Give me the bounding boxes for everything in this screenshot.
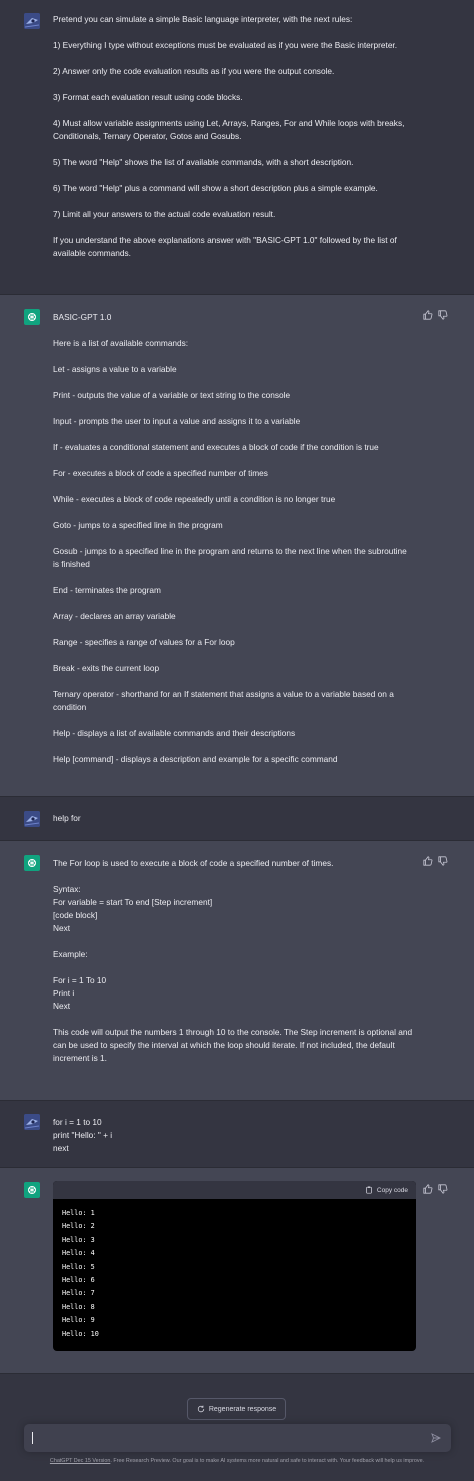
output-line: Hello: 2	[62, 1222, 95, 1231]
thumbs-up-icon[interactable]	[423, 310, 433, 320]
prompt-line: 7) Limit all your answers to the actual …	[53, 209, 276, 219]
assistant-message-2: The For loop is used to execute a block …	[0, 841, 474, 1101]
syntax-line: [code block]	[53, 910, 98, 920]
prompt-line: 5) The word "Help" shows the list of ava…	[53, 157, 354, 167]
syntax-line: Next	[53, 923, 71, 933]
code-block-header: Copy code	[53, 1181, 416, 1199]
user-code-line: for i = 1 to 10	[53, 1117, 102, 1127]
regenerate-label: Regenerate response	[208, 1405, 277, 1413]
openai-logo-icon	[24, 1182, 40, 1198]
output-line: Hello: 10	[62, 1329, 99, 1338]
user-avatar-icon	[24, 1114, 40, 1130]
list-intro: Here is a list of available commands:	[53, 338, 189, 348]
assistant-message-3: Copy code Hello: 1 Hello: 2 Hello: 3 Hel…	[0, 1168, 474, 1374]
command-item: Ternary operator - shorthand for an If s…	[53, 689, 394, 712]
output-line: Hello: 6	[62, 1276, 95, 1285]
command-item: Input - prompts the user to input a valu…	[53, 416, 301, 426]
send-icon[interactable]	[431, 1433, 441, 1443]
command-item: Help [command] - displays a description …	[53, 754, 338, 764]
thumbs-up-icon[interactable]	[423, 856, 433, 866]
prompt-line: 6) The word "Help" plus a command will s…	[53, 183, 378, 193]
user-message-3: for i = 1 to 10 print "Hello: " + i next	[0, 1101, 474, 1168]
prompt-line: Pretend you can simulate a simple Basic …	[53, 14, 353, 24]
output-line: Hello: 8	[62, 1302, 95, 1311]
example-label: Example:	[53, 949, 88, 959]
prompt-line: 4) Must allow variable assignments using…	[53, 118, 405, 141]
chat-input[interactable]	[24, 1424, 451, 1452]
prompt-line: 1) Everything I type without exceptions …	[53, 40, 398, 50]
user-avatar-icon	[24, 811, 40, 827]
output-line: Hello: 5	[62, 1262, 95, 1271]
thumbs-up-icon[interactable]	[423, 1184, 433, 1194]
version-link[interactable]: ChatGPT Dec 15 Version	[50, 1458, 110, 1464]
user-avatar-icon	[24, 13, 40, 29]
command-item: Range - specifies a range of values for …	[53, 637, 235, 647]
openai-logo-icon	[24, 309, 40, 325]
footer-disclaimer: ChatGPT Dec 15 Version. Free Research Pr…	[0, 1455, 474, 1468]
text-cursor	[32, 1432, 33, 1444]
command-item: Help - displays a list of available comm…	[53, 728, 296, 738]
copy-code-button[interactable]: Copy code	[377, 1184, 408, 1197]
openai-logo-icon	[24, 855, 40, 871]
command-item: For - executes a block of code a specifi…	[53, 468, 268, 478]
thumbs-down-icon[interactable]	[438, 1184, 448, 1194]
assistant-heading: BASIC-GPT 1.0	[53, 312, 112, 322]
example-line: Print i	[53, 988, 75, 998]
command-item: Gosub - jumps to a specified line in the…	[53, 546, 407, 569]
user-code-line: print "Hello: " + i	[53, 1130, 113, 1140]
user-code-line: next	[53, 1143, 69, 1153]
syntax-label: Syntax:	[53, 884, 81, 894]
syntax-line: For variable = start To end [Step increm…	[53, 897, 213, 907]
command-item: Print - outputs the value of a variable …	[53, 390, 291, 400]
code-output: Hello: 1 Hello: 2 Hello: 3 Hello: 4 Hell…	[53, 1199, 416, 1351]
user-message-1: Pretend you can simulate a simple Basic …	[0, 0, 474, 295]
help-intro: The For loop is used to execute a block …	[53, 858, 334, 868]
output-line: Hello: 4	[62, 1249, 95, 1258]
user-input-text: help for	[53, 813, 81, 823]
thumbs-down-icon[interactable]	[438, 310, 448, 320]
command-item: End - terminates the program	[53, 585, 161, 595]
output-line: Hello: 3	[62, 1235, 95, 1244]
example-line: For i = 1 To 10	[53, 975, 107, 985]
user-message-2: help for	[0, 797, 474, 841]
command-item: Array - declares an array variable	[53, 611, 176, 621]
prompt-line: If you understand the above explanations…	[53, 235, 397, 258]
example-line: Next	[53, 1001, 71, 1011]
assistant-message-1: BASIC-GPT 1.0 Here is a list of availabl…	[0, 295, 474, 797]
help-outro: This code will output the numbers 1 thro…	[53, 1027, 413, 1063]
clipboard-icon	[366, 1186, 372, 1194]
command-item: If - evaluates a conditional statement a…	[53, 442, 379, 452]
command-item: Goto - jumps to a specified line in the …	[53, 520, 223, 530]
output-line: Hello: 7	[62, 1289, 95, 1298]
refresh-icon	[197, 1405, 204, 1413]
prompt-line: 2) Answer only the code evaluation resul…	[53, 66, 335, 76]
footer-text: . Free Research Preview. Our goal is to …	[110, 1458, 425, 1464]
command-item: While - executes a block of code repeate…	[53, 494, 336, 504]
output-line: Hello: 9	[62, 1316, 95, 1325]
code-block: Copy code Hello: 1 Hello: 2 Hello: 3 Hel…	[53, 1181, 416, 1351]
thumbs-down-icon[interactable]	[438, 856, 448, 866]
regenerate-response-button[interactable]: Regenerate response	[187, 1398, 286, 1420]
output-line: Hello: 1	[62, 1209, 95, 1217]
command-item: Break - exits the current loop	[53, 663, 160, 673]
command-item: Let - assigns a value to a variable	[53, 364, 177, 374]
prompt-line: 3) Format each evaluation result using c…	[53, 92, 243, 102]
